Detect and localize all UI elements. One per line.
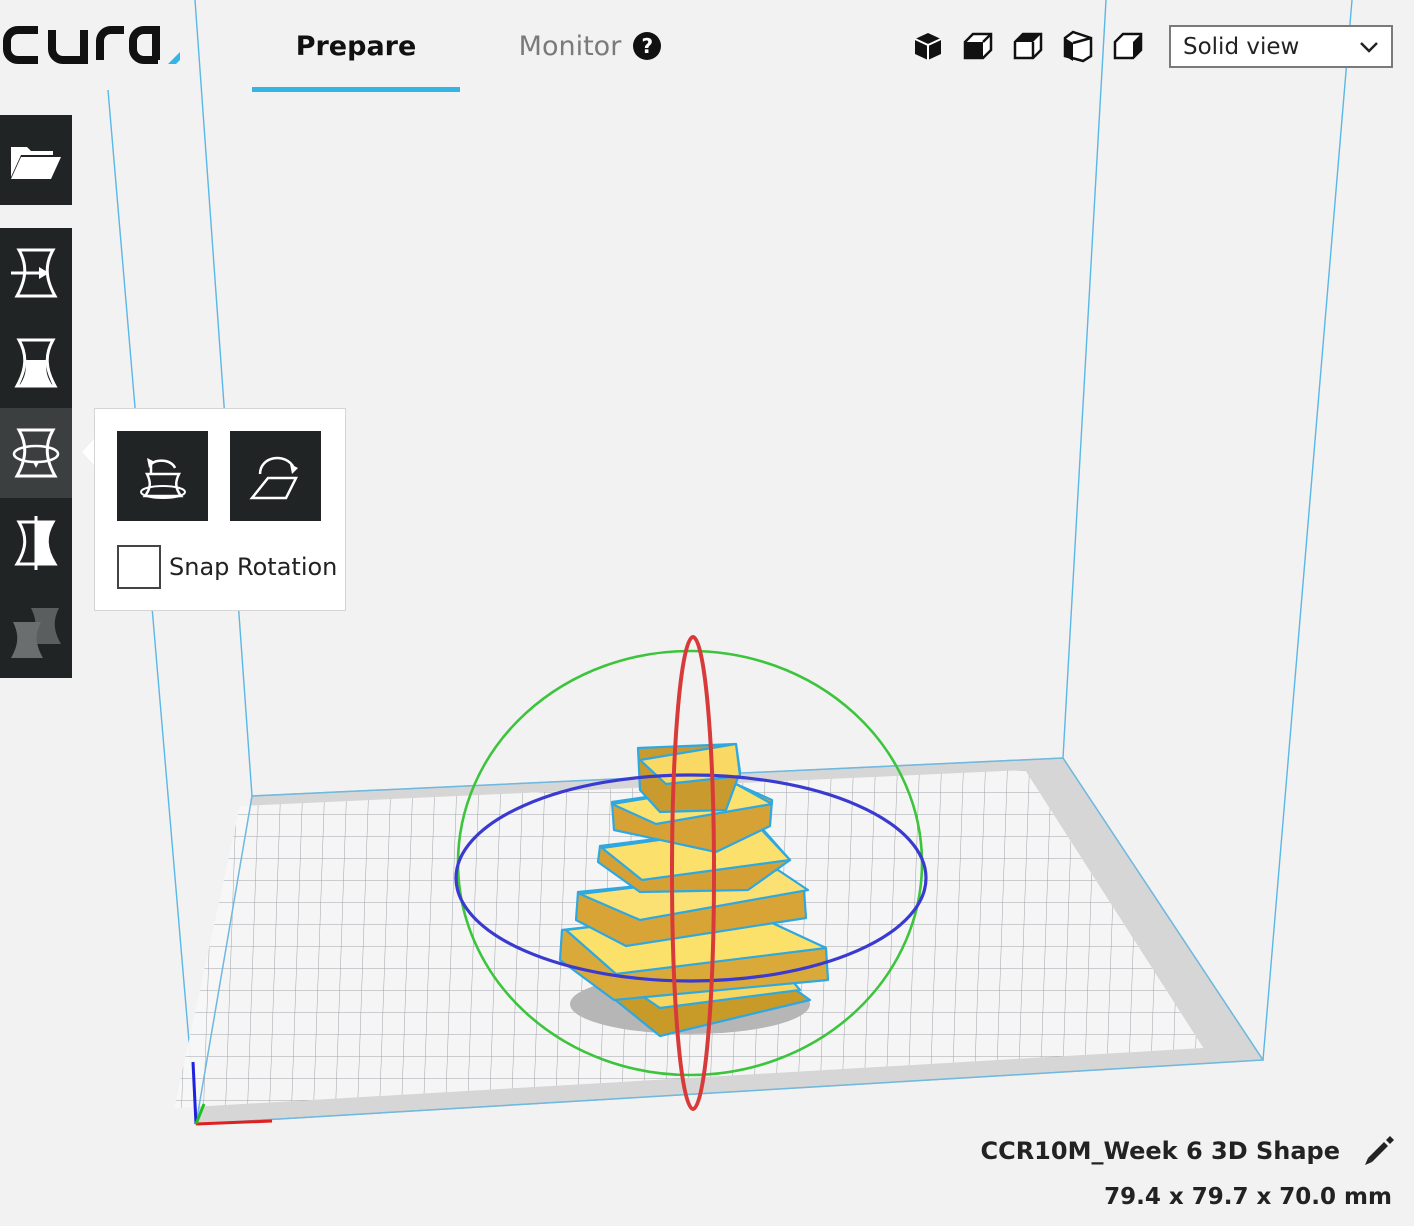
- per-model-settings-icon: [11, 608, 61, 658]
- snap-rotation-row[interactable]: Snap Rotation: [117, 545, 337, 589]
- left-view-icon[interactable]: [1060, 28, 1096, 64]
- camera-view-buttons: [910, 28, 1146, 64]
- tab-monitor-label: Monitor: [518, 30, 622, 62]
- rotate-options-panel: Snap Rotation: [94, 408, 346, 611]
- tab-prepare-label: Prepare: [295, 30, 417, 62]
- reset-rotation-icon: [139, 458, 186, 499]
- lay-flat-button[interactable]: [230, 431, 321, 521]
- mirror-tool-button[interactable]: [0, 498, 72, 588]
- cura-logo: [2, 26, 180, 64]
- tab-monitor[interactable]: Monitor ?: [500, 0, 680, 92]
- edit-name-pencil-icon[interactable]: [1362, 1136, 1394, 1168]
- scale-tool-icon: [14, 338, 58, 388]
- model-name: CCR10M_Week 6 3D Shape: [980, 1137, 1340, 1165]
- rotate-tool-button[interactable]: [0, 408, 72, 498]
- model-dimensions: 79.4 x 79.7 x 70.0 mm: [1104, 1184, 1392, 1210]
- front-view-icon[interactable]: [960, 28, 996, 64]
- view-mode-value: Solid view: [1183, 33, 1300, 60]
- 3d-view-icon[interactable]: [910, 28, 946, 64]
- per-model-settings-button[interactable]: [0, 588, 72, 678]
- move-tool-icon: [11, 248, 58, 298]
- mirror-tool-icon: [14, 516, 58, 570]
- right-view-icon[interactable]: [1110, 28, 1146, 64]
- open-file-icon: [11, 147, 61, 179]
- snap-rotation-label: Snap Rotation: [169, 553, 338, 581]
- scale-tool-button[interactable]: [0, 318, 72, 408]
- chevron-down-icon: [1360, 41, 1378, 53]
- active-tab-indicator: [252, 87, 460, 92]
- tab-prepare[interactable]: Prepare: [252, 0, 460, 92]
- view-mode-dropdown[interactable]: Solid view: [1169, 25, 1393, 68]
- snap-rotation-checkbox[interactable]: [117, 545, 161, 589]
- reset-rotation-button[interactable]: [117, 431, 208, 521]
- top-view-icon[interactable]: [1010, 28, 1046, 64]
- open-file-button[interactable]: [0, 115, 72, 205]
- build-volume-viewport[interactable]: [0, 0, 1414, 1226]
- help-icon[interactable]: ?: [633, 32, 662, 60]
- lay-flat-icon: [248, 456, 298, 500]
- move-tool-button[interactable]: [0, 228, 72, 318]
- rotate-tool-icon: [12, 428, 60, 478]
